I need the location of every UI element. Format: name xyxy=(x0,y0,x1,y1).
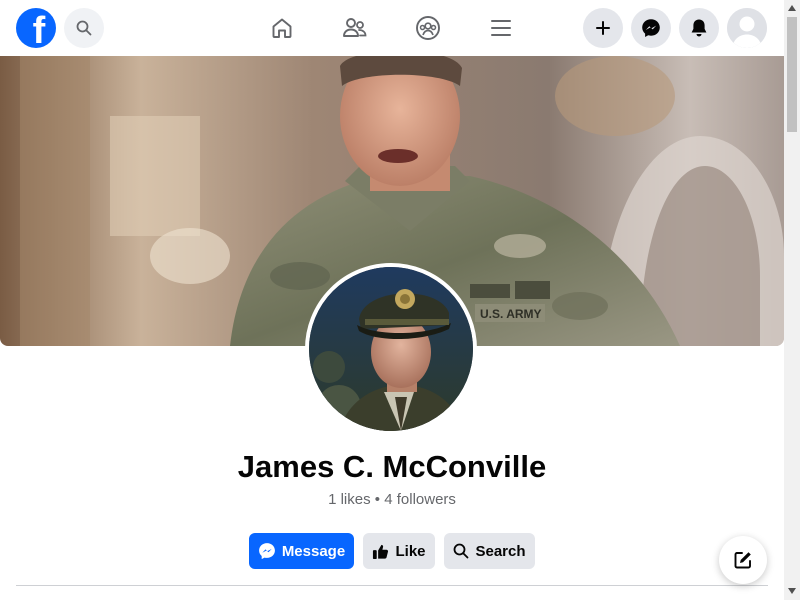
likes-count[interactable]: 1 xyxy=(328,491,336,508)
nav-groups[interactable] xyxy=(408,8,448,48)
bell-icon xyxy=(691,19,707,37)
messenger-button[interactable] xyxy=(631,8,671,48)
search-profile-button[interactable]: Search xyxy=(444,533,535,569)
scroll-up-arrow[interactable] xyxy=(787,3,797,13)
section-divider xyxy=(16,585,768,586)
default-avatar-icon xyxy=(727,8,767,48)
profile-picture[interactable] xyxy=(305,263,477,435)
followers-count[interactable]: 4 xyxy=(384,491,392,508)
facebook-logo[interactable]: f xyxy=(16,8,56,48)
logo-letter: f xyxy=(32,10,46,48)
menu-icon xyxy=(491,20,511,36)
scrollbar-thumb[interactable] xyxy=(787,17,797,132)
followers-label[interactable]: followers xyxy=(397,491,456,508)
svg-text:U.S. ARMY: U.S. ARMY xyxy=(480,307,542,321)
nav-friends[interactable] xyxy=(335,8,375,48)
triangle-up-icon xyxy=(788,5,796,11)
messenger-icon xyxy=(258,543,275,560)
thumbs-up-icon xyxy=(373,544,389,559)
profile-stats: 1 likes • 4 followers xyxy=(0,490,784,510)
profile-name: James C. McConville xyxy=(237,449,547,484)
message-button[interactable]: Message xyxy=(249,533,354,569)
search-button[interactable] xyxy=(64,8,104,48)
likes-label[interactable]: likes xyxy=(341,491,371,508)
stats-separator: • xyxy=(374,491,381,508)
groups-icon xyxy=(416,16,440,40)
compose-icon xyxy=(734,552,751,569)
like-button[interactable]: Like xyxy=(363,533,435,569)
top-navigation-bar: f xyxy=(0,0,784,56)
triangle-down-icon xyxy=(788,588,796,594)
messenger-icon xyxy=(642,19,660,37)
scroll-down-arrow[interactable] xyxy=(787,586,797,596)
friends-icon xyxy=(343,18,367,37)
notifications-button[interactable] xyxy=(679,8,719,48)
like-button-label: Like xyxy=(395,542,426,560)
search-icon xyxy=(76,20,92,36)
search-icon xyxy=(454,543,469,559)
nav-home[interactable] xyxy=(262,8,302,48)
new-message-button[interactable] xyxy=(719,536,767,584)
plus-icon xyxy=(596,21,610,35)
message-button-label: Message xyxy=(281,542,346,560)
nav-menu[interactable] xyxy=(481,8,521,48)
create-button[interactable] xyxy=(583,8,623,48)
account-avatar[interactable] xyxy=(727,8,767,48)
profile-picture-image xyxy=(309,267,473,431)
home-icon xyxy=(272,18,292,38)
search-button-label: Search xyxy=(475,542,526,560)
